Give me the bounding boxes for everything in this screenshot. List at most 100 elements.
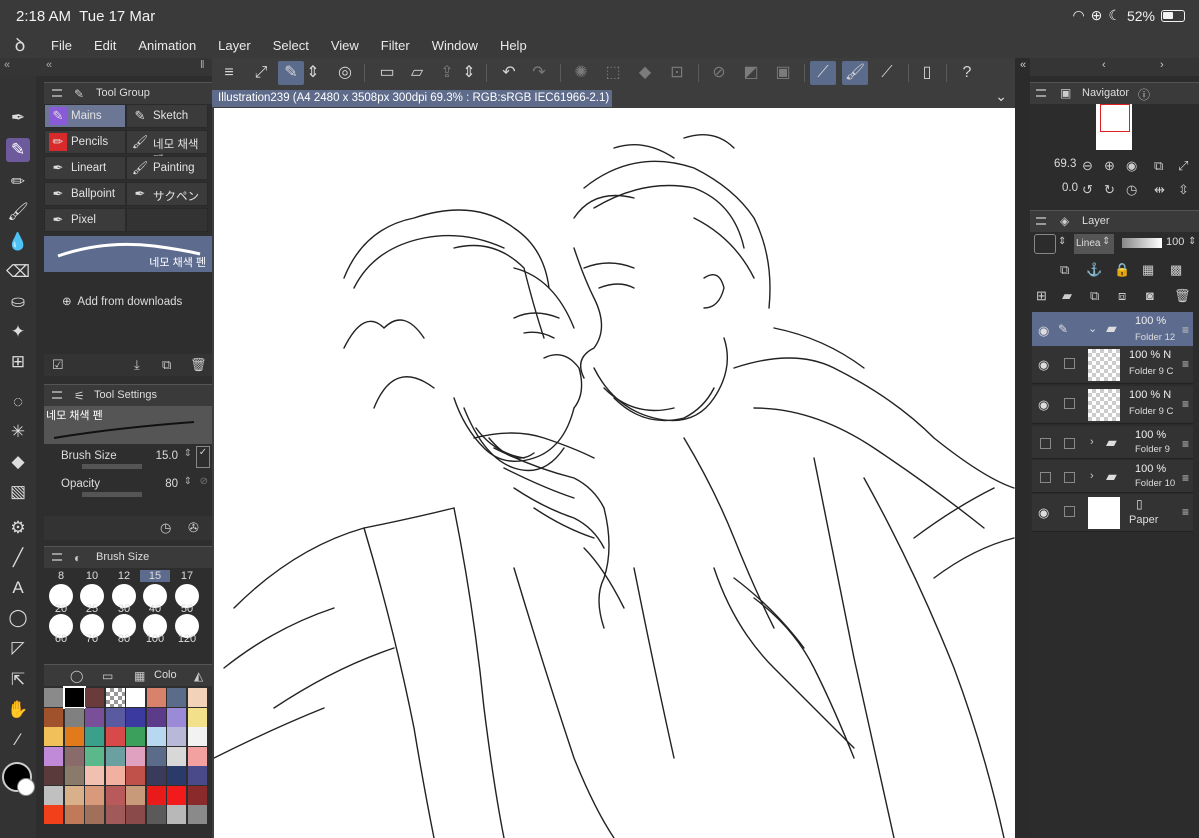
sub-color-swatch[interactable] [17,778,35,796]
layer-checkbox[interactable] [1064,398,1075,409]
color-swatch[interactable] [146,746,166,766]
layer-menu-icon[interactable]: ≡ [1182,471,1189,485]
zoom-reset-icon[interactable]: ◉ [1126,158,1137,174]
hand-tool-icon[interactable]: ✋ [6,698,30,722]
info-icon[interactable]: ⓘ [1138,86,1150,103]
tool-group-ballpoint[interactable]: ✒ Ballpoint [44,182,126,206]
opacity-setting[interactable]: Opacity 80 ⇕ ⊘ [44,476,212,502]
download-icon[interactable]: ⤓ [134,357,140,373]
eye-icon[interactable]: ◉ [1038,323,1049,339]
clip-icon[interactable]: ⧉ [1060,262,1069,278]
ruler-tool-icon[interactable]: ◸ [6,636,30,660]
next-icon[interactable]: › [1160,59,1164,71]
clear-icon[interactable]: ⬚ [600,61,626,85]
operation-tool-icon[interactable]: ⇱ [6,668,30,692]
delete-layer-icon[interactable]: 🗑 [1174,288,1191,304]
color-swatch[interactable] [85,707,104,727]
color-slider-icon[interactable]: ▭ [102,669,113,683]
layer-checkbox[interactable] [1064,438,1075,449]
menu-edit[interactable]: Edit [83,38,127,53]
layer-menu-icon[interactable]: ≡ [1182,437,1189,451]
save-icon[interactable]: ⇪ [434,61,460,85]
menu-layer[interactable]: Layer [207,38,262,53]
navigator-viewport[interactable] [1100,104,1130,132]
color-swatch[interactable] [85,727,104,746]
open-folder-icon[interactable]: ▱ [404,61,430,85]
help-icon[interactable]: ? [954,61,980,85]
color-swatch[interactable] [44,707,63,727]
tool-settings-header[interactable]: ⚟ Tool Settings [44,384,212,406]
color-swatch[interactable] [105,766,125,785]
text-tool-icon[interactable]: A [6,576,30,600]
app-icon[interactable]: ◎ [332,61,358,85]
edit-mode-icon[interactable]: ✎ [278,61,304,85]
pen-active-tool-icon[interactable]: ✎ [6,138,30,162]
rotate-left-icon[interactable]: ↺ [1082,182,1093,198]
frame-tool-icon[interactable]: ⊞ [6,350,30,374]
color-swatch[interactable] [85,785,104,805]
drag-handle-icon[interactable] [1036,217,1046,225]
color-swatch[interactable] [44,805,63,824]
menu-view[interactable]: View [320,38,370,53]
chevron-right-icon[interactable]: › [1090,470,1094,482]
color-swatch[interactable] [146,766,166,785]
ruler-snap-icon[interactable]: ⟋ [810,61,836,85]
eye-icon[interactable]: ◉ [1038,397,1049,413]
color-swatch[interactable] [62,686,86,709]
color-swatch[interactable] [187,727,207,746]
fit-window-icon[interactable]: ⧉ [1154,158,1163,174]
color-swatch[interactable] [187,805,207,824]
panel-divider-icon[interactable]: ‖ [200,59,205,71]
pen-tool-icon[interactable]: ✒ [6,106,30,130]
menu-filter[interactable]: Filter [370,38,421,53]
wrench-icon[interactable]: ✇ [188,520,199,536]
tool-group-pixel[interactable]: ✒ Pixel [44,208,126,232]
brush-size-slider[interactable] [82,464,142,469]
decoration-tool-icon[interactable]: ⛀ [6,290,30,314]
brush-size-preset[interactable]: 15 [140,570,170,582]
color-swatch[interactable] [146,707,166,727]
tool-group-painting[interactable]: 🖌 Painting [126,156,208,180]
opacity-slider[interactable] [82,492,142,497]
color-swatch[interactable] [126,785,145,805]
color-swatch[interactable] [126,688,145,707]
drawing-canvas[interactable] [214,108,1015,838]
color-swatch[interactable] [44,785,63,805]
collapse-left-icon[interactable]: « [4,59,10,71]
fit-canvas-icon[interactable]: ⤢ [1178,158,1188,174]
invert-selection-icon[interactable]: ◩ [738,61,764,85]
tool-group-sketch[interactable]: ✎ Sketch [126,104,208,128]
layer-row-paper[interactable]: ◉ ▯ Paper ≡ [1032,494,1193,532]
line-tool-icon[interactable]: ╱ [6,546,30,570]
trash-icon[interactable]: 🗑 [190,357,207,373]
brush-tool-icon[interactable]: 🖌 [6,200,30,224]
color-swatch[interactable] [126,805,145,824]
brush-size-preset[interactable]: 17 [172,570,202,582]
color-swatch[interactable] [64,766,84,785]
mask-icon[interactable]: ▩ [1170,262,1182,278]
stepper-icon[interactable]: ⇕ [1058,236,1066,247]
tool-group-lineart[interactable]: ✒ Lineart [44,156,126,180]
stepper-icon[interactable]: ⇕ [184,476,192,487]
color-swatch[interactable] [167,688,186,707]
color-swatch[interactable] [187,688,207,707]
eye-icon[interactable]: ◉ [1038,357,1049,373]
color-wheel-icon[interactable]: ◯ [70,669,83,683]
collapse-panel-icon[interactable]: « [46,59,52,71]
layer-checkbox[interactable] [1064,506,1075,517]
tool-group-pencils[interactable]: ✏ Pencils [44,130,126,154]
layer-row[interactable]: › ▰ 100 % Folder 10 ≡ [1032,460,1193,493]
layer-menu-icon[interactable]: ≡ [1182,397,1189,411]
lock-icon[interactable]: 🔒 [1114,262,1130,278]
layer-checkbox[interactable] [1040,438,1051,449]
color-swatch[interactable] [44,746,63,766]
color-swatch[interactable] [187,746,207,766]
color-swatch[interactable] [167,746,186,766]
drag-handle-icon[interactable] [52,89,62,97]
color-swatch[interactable] [146,805,166,824]
color-swatch[interactable] [167,727,186,746]
blend-tool-icon[interactable]: 💧 [6,230,30,254]
reference-icon[interactable]: ⚓ [1086,262,1102,278]
navigator-thumbnail[interactable] [1096,104,1132,150]
color-swatch[interactable] [167,805,186,824]
